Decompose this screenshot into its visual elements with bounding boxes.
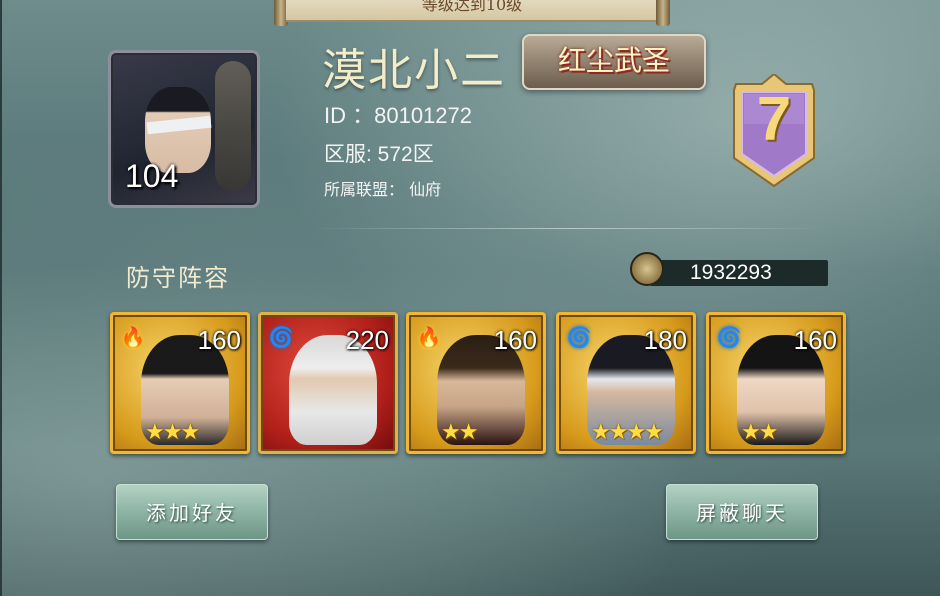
player-info-panel: 等级达到10级 104 漠北小二 红尘武圣 ID ：80101272 区服: 5…: [0, 0, 940, 596]
hero-stars: ★★★: [145, 420, 200, 445]
hero-level: 160: [493, 325, 537, 355]
block-chat-button[interactable]: 屏蔽聊天: [666, 484, 818, 540]
hero-stars: ★★: [741, 420, 778, 445]
hero-level: 180: [643, 325, 687, 355]
defense-lineup-title: 防守阵容: [126, 264, 230, 292]
player-server: 区服: 572区: [324, 143, 434, 166]
add-friend-button[interactable]: 添加好友: [116, 484, 268, 540]
combat-power-icon: [630, 252, 664, 286]
combat-power: 1932293: [630, 252, 828, 286]
hero-level: 160: [197, 325, 241, 355]
player-name: 漠北小二: [322, 45, 506, 96]
dragon-decoration-icon: [215, 61, 251, 191]
water-icon: 🌀: [566, 325, 592, 349]
divider-line: [310, 228, 830, 229]
hero-stars: ★★★★: [591, 420, 664, 445]
fire-icon: 🔥: [120, 325, 146, 349]
hero-card-1[interactable]: 🔥 160 ★★★: [110, 312, 250, 454]
player-avatar[interactable]: 104: [108, 50, 260, 208]
scroll-roll-right: [656, 0, 670, 26]
player-title-badge: 红尘武圣: [522, 34, 706, 90]
rank-number: 7: [756, 85, 792, 154]
player-id: ID ：80101272: [324, 103, 472, 128]
fire-icon: 🔥: [416, 325, 442, 349]
hero-card-4[interactable]: 🌀 180 ★★★★: [556, 312, 696, 454]
player-level: 104: [125, 158, 179, 194]
rank-shield: 7: [722, 74, 826, 190]
hero-stars: ★★: [441, 420, 478, 445]
hero-level: 160: [793, 325, 837, 355]
player-guild: 所属联盟： 仙府: [324, 180, 442, 199]
hero-card-3[interactable]: 🔥 160 ★★: [406, 312, 546, 454]
banner-text: 等级达到10级: [286, 0, 658, 22]
player-title-text: 红尘武圣: [557, 44, 670, 77]
water-icon: 🌀: [268, 325, 294, 349]
hero-card-5[interactable]: 🌀 160 ★★: [706, 312, 846, 454]
hero-card-2[interactable]: 🌀 220: [258, 312, 398, 454]
top-scroll-banner: 等级达到10级: [274, 0, 670, 26]
hero-level: 220: [345, 325, 389, 355]
water-icon: 🌀: [716, 325, 742, 349]
combat-power-value: 1932293: [690, 261, 772, 284]
